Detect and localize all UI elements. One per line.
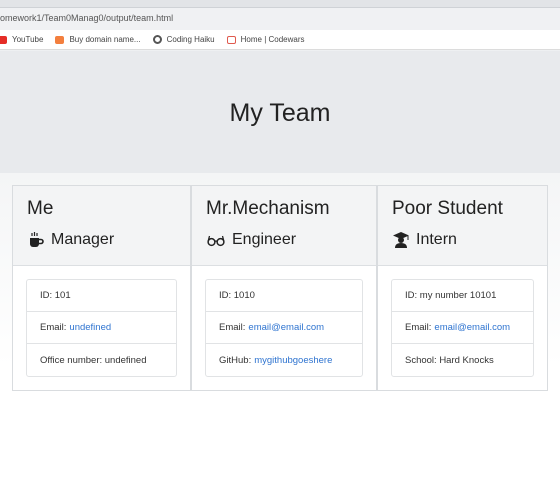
card-body: ID: 101 Email: undefined Office number: … bbox=[13, 266, 190, 377]
email-label: Email: bbox=[219, 322, 246, 333]
page-header: My Team bbox=[0, 51, 560, 173]
office-number-item: Office number: undefined bbox=[27, 344, 176, 376]
bookmark-coding-haiku[interactable]: Coding Haiku bbox=[152, 35, 215, 44]
email-link[interactable]: email@email.com bbox=[434, 322, 510, 333]
github-link[interactable]: mygithubgoeshere bbox=[254, 355, 332, 366]
bookmark-label: Buy domain name... bbox=[69, 35, 141, 44]
id-item: ID: my number 10101 bbox=[392, 280, 533, 312]
email-link[interactable]: undefined bbox=[69, 322, 111, 333]
bookmark-label: Home | Codewars bbox=[240, 35, 305, 44]
info-list: ID: 101 Email: undefined Office number: … bbox=[26, 279, 177, 377]
address-url[interactable]: omework1/Team0Manag0/output/team.html bbox=[0, 13, 173, 23]
glasses-icon bbox=[207, 235, 225, 247]
card-header: Me Manager bbox=[13, 186, 190, 266]
github-label: GitHub: bbox=[219, 354, 252, 366]
school-text: School: Hard Knocks bbox=[405, 354, 494, 366]
bookmark-codewars[interactable]: Home | Codewars bbox=[226, 35, 305, 44]
id-item: ID: 1010 bbox=[206, 280, 362, 312]
id-text: ID: 101 bbox=[40, 290, 71, 301]
role-label: Intern bbox=[416, 231, 457, 248]
id-text: ID: 1010 bbox=[219, 290, 255, 301]
info-list: ID: my number 10101 Email: email@email.c… bbox=[391, 279, 534, 377]
graduate-icon bbox=[393, 232, 409, 248]
bookmark-buy-domain[interactable]: Buy domain name... bbox=[55, 35, 141, 44]
coffee-mug-icon bbox=[30, 232, 44, 247]
card-body: ID: 1010 Email: email@email.com GitHub: … bbox=[192, 266, 376, 377]
office-number-text: Office number: undefined bbox=[40, 354, 147, 366]
employee-card-engineer: Mr.Mechanism Engineer ID: 1010 Email: em… bbox=[191, 185, 377, 391]
email-item: Email: email@email.com bbox=[206, 312, 362, 344]
email-link[interactable]: email@email.com bbox=[248, 322, 324, 333]
email-label: Email: bbox=[40, 322, 67, 333]
employee-card-manager: Me Manager ID: 101 Email: undefined Offi… bbox=[12, 185, 191, 391]
address-bar[interactable]: omework1/Team0Manag0/output/team.html bbox=[0, 8, 560, 30]
id-item: ID: 101 bbox=[27, 280, 176, 312]
bookmark-youtube[interactable]: YouTube bbox=[0, 35, 43, 44]
youtube-icon bbox=[0, 35, 7, 44]
bookmarks-bar: YouTube Buy domain name... Coding Haiku … bbox=[0, 30, 560, 50]
card-header: Mr.Mechanism Engineer bbox=[192, 186, 376, 266]
github-icon bbox=[152, 35, 162, 44]
card-header: Poor Student Intern bbox=[378, 186, 547, 266]
email-item: Email: email@email.com bbox=[392, 312, 533, 344]
info-list: ID: 1010 Email: email@email.com GitHub: … bbox=[205, 279, 363, 377]
email-label: Email: bbox=[405, 322, 432, 333]
bookmark-label: Coding Haiku bbox=[166, 35, 215, 44]
employee-name: Me bbox=[27, 198, 54, 219]
bookmark-label: YouTube bbox=[12, 35, 44, 44]
github-item: GitHub: mygithubgoeshere bbox=[206, 344, 362, 376]
id-text: ID: my number 10101 bbox=[405, 290, 497, 301]
employee-name: Mr.Mechanism bbox=[206, 198, 330, 219]
email-item: Email: undefined bbox=[27, 312, 176, 344]
tab-strip bbox=[0, 0, 560, 8]
role-label: Manager bbox=[51, 231, 115, 248]
employee-role: Engineer bbox=[206, 231, 376, 249]
card-body: ID: my number 10101 Email: email@email.c… bbox=[378, 266, 547, 377]
domain-icon bbox=[55, 35, 65, 44]
page-title: My Team bbox=[229, 99, 331, 127]
role-label: Engineer bbox=[232, 231, 297, 248]
employee-card-intern: Poor Student Intern ID: my number 10101 … bbox=[377, 185, 548, 391]
codewars-icon bbox=[226, 35, 236, 44]
employee-role: Manager bbox=[27, 231, 190, 249]
school-item: School: Hard Knocks bbox=[392, 344, 533, 376]
employee-name: Poor Student bbox=[392, 198, 503, 219]
employee-role: Intern bbox=[392, 231, 547, 249]
